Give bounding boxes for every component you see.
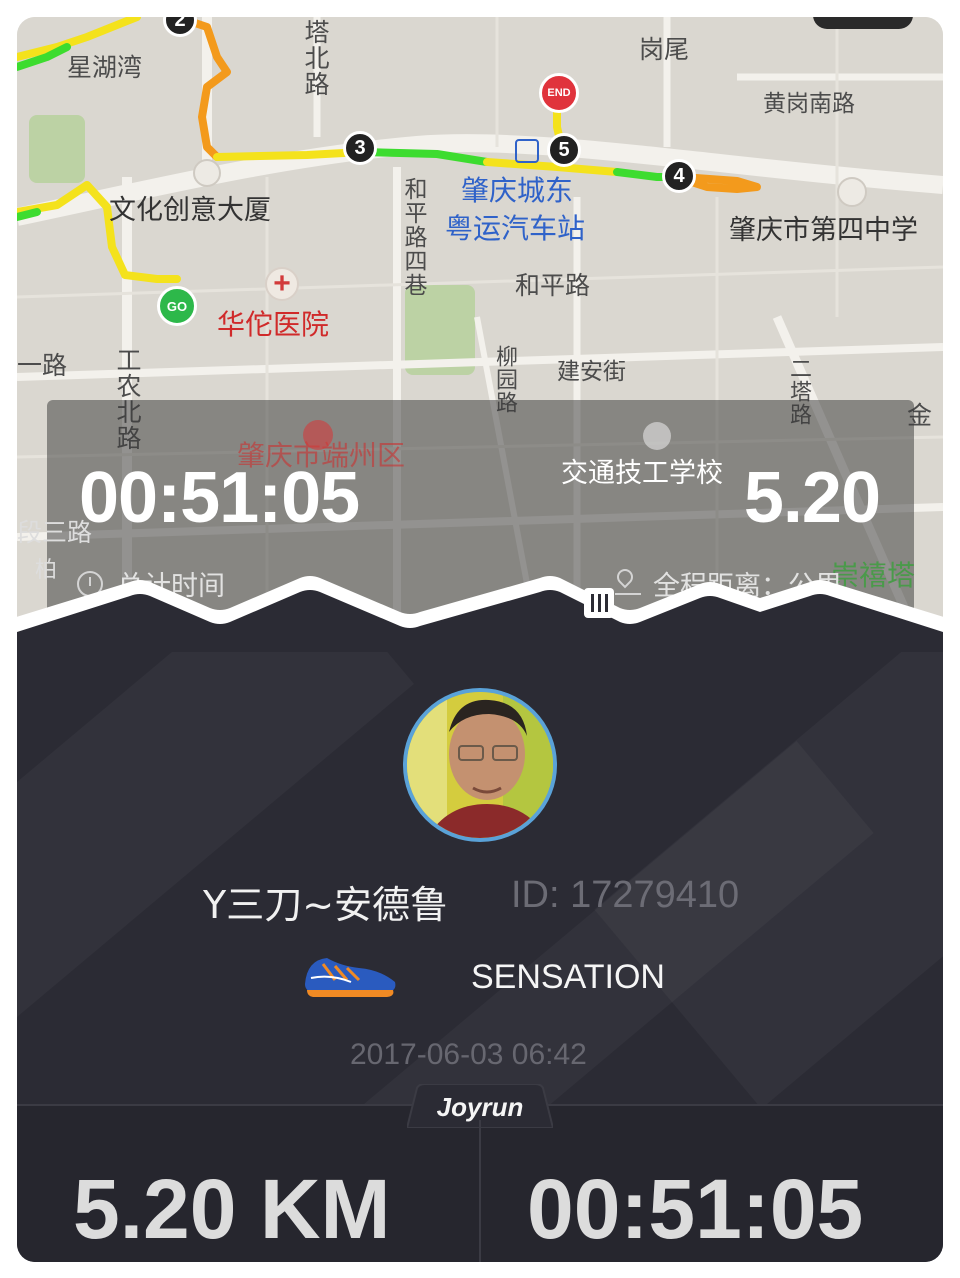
footer-time: 00:51:05 xyxy=(527,1162,864,1256)
hospital-icon: + xyxy=(265,267,299,301)
school-icon xyxy=(837,177,867,207)
route-marker-4[interactable]: 4 xyxy=(662,159,696,193)
route-map[interactable]: 星湖湾 塔北路 岗尾 黄岗南路 文化创意大厦 和平路四巷 肇庆城东 粤运汽车站 … xyxy=(17,17,943,637)
run-datetime: 2017-06-03 06:42 xyxy=(350,1038,587,1071)
total-time-value: 00:51:05 xyxy=(79,458,360,538)
map-label-huatuo: 华佗医院 xyxy=(217,308,330,341)
bus-icon xyxy=(515,139,539,163)
footer-divider xyxy=(479,1120,481,1262)
map-label-xinghuwan: 星湖湾 xyxy=(67,53,143,82)
map-label-jiaotong: 交通技工学校 xyxy=(561,458,723,489)
shoe-name: SENSATION xyxy=(471,958,665,996)
map-label-school4: 肇庆市第四中学 xyxy=(729,215,918,246)
map-label-tabeilu: 塔北路 xyxy=(301,19,330,97)
map-label-ganwei: 岗尾 xyxy=(639,35,690,64)
user-id: ID: 17279410 xyxy=(511,874,740,916)
map-control-button[interactable] xyxy=(813,17,913,29)
school-icon xyxy=(643,422,671,450)
footer-distance: 5.20 KM xyxy=(73,1162,391,1256)
avatar[interactable] xyxy=(403,688,557,842)
map-label-zhaoqing-east: 肇庆城东 xyxy=(461,174,574,207)
map-label-yilu: 一路 xyxy=(17,351,68,380)
map-label-wenhua: 文化创意大厦 xyxy=(109,195,271,226)
username: Y三刀~安德鲁 xyxy=(203,883,449,927)
map-label-jiananjie: 建安街 xyxy=(557,359,626,385)
route-start-marker[interactable]: GO xyxy=(157,286,197,326)
route-marker-5[interactable]: 5 xyxy=(547,133,581,167)
torn-edge-divider xyxy=(0,576,960,660)
shoe-icon xyxy=(305,958,396,997)
brand-logo: Joyrun xyxy=(436,1092,524,1122)
building-icon xyxy=(193,159,221,187)
map-label-heping4: 和平路四巷 xyxy=(400,177,426,297)
map-label-bus-station: 粤运汽车站 xyxy=(445,212,586,245)
route-marker-3[interactable]: 3 xyxy=(343,131,377,165)
run-summary-card: Y三刀~安德鲁 ID: 17279410 SENSATION 2017-06-0… xyxy=(17,652,943,1262)
map-label-hepinglu: 和平路 xyxy=(515,271,591,300)
distance-value: 5.20 xyxy=(743,458,881,538)
route-end-marker[interactable]: END xyxy=(539,73,579,113)
avatar-photo xyxy=(407,692,553,838)
map-label-huanggangnanlu: 黄岗南路 xyxy=(763,91,855,117)
star-icon xyxy=(303,420,333,450)
